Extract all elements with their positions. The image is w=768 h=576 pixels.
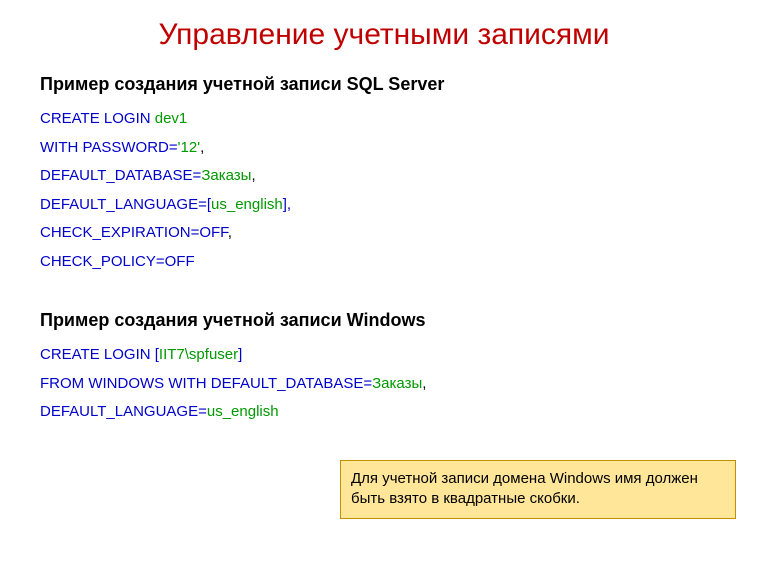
keyword: ] xyxy=(238,346,242,363)
punct: , xyxy=(422,375,426,392)
windows-example-heading: Пример создания учетной записи Windows xyxy=(40,310,728,331)
value: '12' xyxy=(178,139,200,156)
keyword: WITH PASSWORD= xyxy=(40,139,178,156)
value: dev1 xyxy=(155,110,188,127)
code-line: WITH PASSWORD='12', xyxy=(40,134,728,163)
windows-login-example: Пример создания учетной записи Windows C… xyxy=(40,310,728,427)
code-line: DEFAULT_LANGUAGE=[us_english], xyxy=(40,191,728,220)
keyword: FROM WINDOWS WITH DEFAULT_DATABASE= xyxy=(40,375,372,392)
value: Заказы xyxy=(372,375,422,392)
code-line: CREATE LOGIN dev1 xyxy=(40,105,728,134)
keyword: CREATE LOGIN xyxy=(40,110,155,127)
note-callout: Для учетной записи домена Windows имя до… xyxy=(340,460,736,519)
keyword: CHECK_EXPIRATION=OFF xyxy=(40,224,228,241)
code-line: DEFAULT_LANGUAGE=us_english xyxy=(40,398,728,427)
sql-login-example: Пример создания учетной записи SQL Serve… xyxy=(40,74,728,276)
punct: , xyxy=(251,167,255,184)
value: us_english xyxy=(211,196,283,213)
value: IIT7\spfuser xyxy=(159,346,238,363)
punct: , xyxy=(200,139,204,156)
code-line: FROM WINDOWS WITH DEFAULT_DATABASE=Заказ… xyxy=(40,370,728,399)
value: us_english xyxy=(207,403,279,420)
page-title: Управление учетными записями xyxy=(40,18,728,52)
keyword: CHECK_POLICY=OFF xyxy=(40,253,195,270)
code-line: CREATE LOGIN [IIT7\spfuser] xyxy=(40,341,728,370)
keyword: DEFAULT_LANGUAGE= xyxy=(40,403,207,420)
code-line: DEFAULT_DATABASE=Заказы, xyxy=(40,162,728,191)
keyword: DEFAULT_DATABASE= xyxy=(40,167,201,184)
keyword: ], xyxy=(283,196,291,213)
code-line: CHECK_EXPIRATION=OFF, xyxy=(40,219,728,248)
keyword: CREATE LOGIN [ xyxy=(40,346,159,363)
punct: , xyxy=(228,224,232,241)
keyword: DEFAULT_LANGUAGE=[ xyxy=(40,196,211,213)
code-line: CHECK_POLICY=OFF xyxy=(40,248,728,277)
value: Заказы xyxy=(201,167,251,184)
sql-example-heading: Пример создания учетной записи SQL Serve… xyxy=(40,74,728,95)
